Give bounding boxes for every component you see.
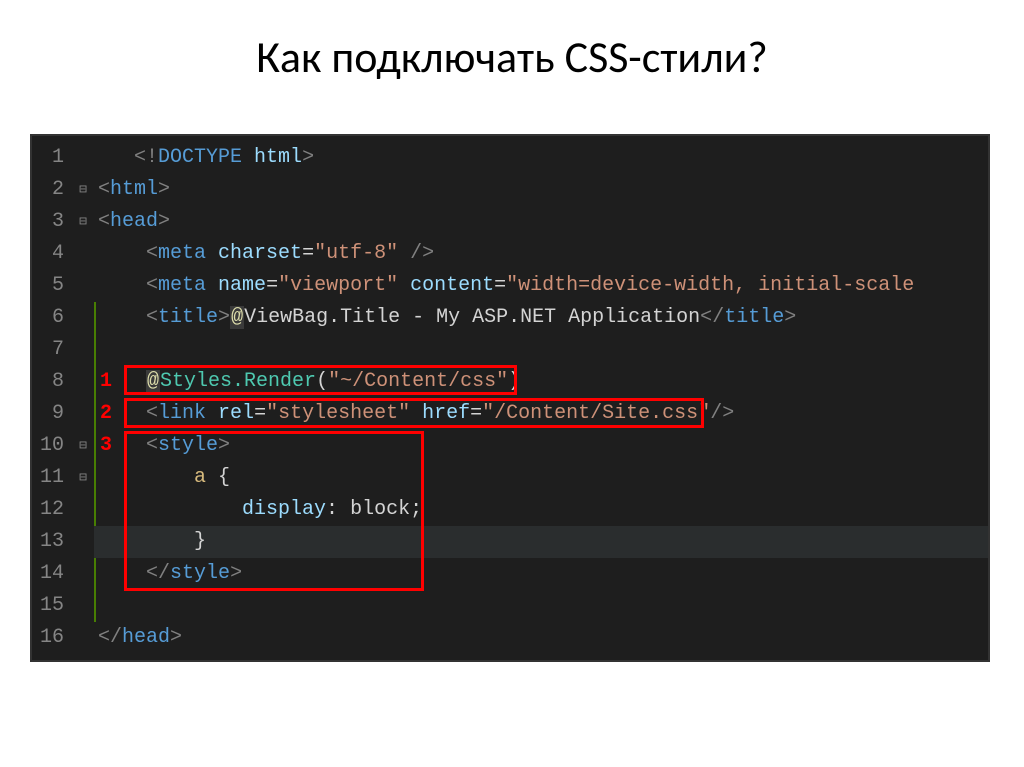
code-line: }	[94, 526, 988, 558]
code-editor[interactable]: 1 2 3 4 5 6 7 8 9 10 11 12 13 14 15 16 ⊟	[32, 136, 988, 660]
code-editor-frame: 1 2 3 4 5 6 7 8 9 10 11 12 13 14 15 16 ⊟	[30, 134, 990, 662]
code-line: <meta name="viewport" content="width=dev…	[94, 270, 988, 302]
line-number: 16	[36, 622, 64, 654]
code-line: display: block;	[94, 494, 988, 526]
line-number: 9	[36, 398, 64, 430]
line-number: 6	[36, 302, 64, 334]
line-number: 8	[36, 366, 64, 398]
code-line: <meta charset="utf-8" />	[94, 238, 988, 270]
fold-column: ⊟ ⊟ ⊟ ⊟	[72, 136, 94, 660]
code-line: @Styles.Render("~/Content/css")	[94, 366, 988, 398]
code-line	[94, 590, 988, 622]
code-line: </head>	[94, 622, 988, 654]
line-number: 10	[36, 430, 64, 462]
line-number-gutter: 1 2 3 4 5 6 7 8 9 10 11 12 13 14 15 16	[32, 136, 72, 660]
line-number: 11	[36, 462, 64, 494]
fold-minus-icon[interactable]: ⊟	[72, 206, 94, 238]
code-line: <link rel="stylesheet" href="/Content/Si…	[94, 398, 988, 430]
slide-title: Как подключать CSS-стили?	[0, 30, 1024, 84]
fold-minus-icon[interactable]: ⊟	[72, 174, 94, 206]
line-number: 7	[36, 334, 64, 366]
line-number: 2	[36, 174, 64, 206]
line-number: 4	[36, 238, 64, 270]
line-number: 13	[36, 526, 64, 558]
annotation-1: 1	[100, 366, 112, 398]
code-line: <title>@ViewBag.Title - My ASP.NET Appli…	[94, 302, 988, 334]
line-number: 14	[36, 558, 64, 590]
line-number: 15	[36, 590, 64, 622]
line-number: 1	[36, 142, 64, 174]
line-number: 12	[36, 494, 64, 526]
code-line: <html>	[94, 174, 988, 206]
code-line: <!DOCTYPE html>	[94, 142, 988, 174]
code-line: a {	[94, 462, 988, 494]
line-number: 3	[36, 206, 64, 238]
code-line: </style>	[94, 558, 988, 590]
code-line: <head>	[94, 206, 988, 238]
code-line	[94, 334, 988, 366]
code-line: <style>	[94, 430, 988, 462]
line-number: 5	[36, 270, 64, 302]
fold-minus-icon[interactable]: ⊟	[72, 462, 94, 494]
code-area[interactable]: 1 2 3 <!DOCTYPE html> <html> <head> <met…	[94, 136, 988, 660]
annotation-2: 2	[100, 398, 112, 430]
annotation-3: 3	[100, 430, 112, 462]
fold-minus-icon[interactable]: ⊟	[72, 430, 94, 462]
